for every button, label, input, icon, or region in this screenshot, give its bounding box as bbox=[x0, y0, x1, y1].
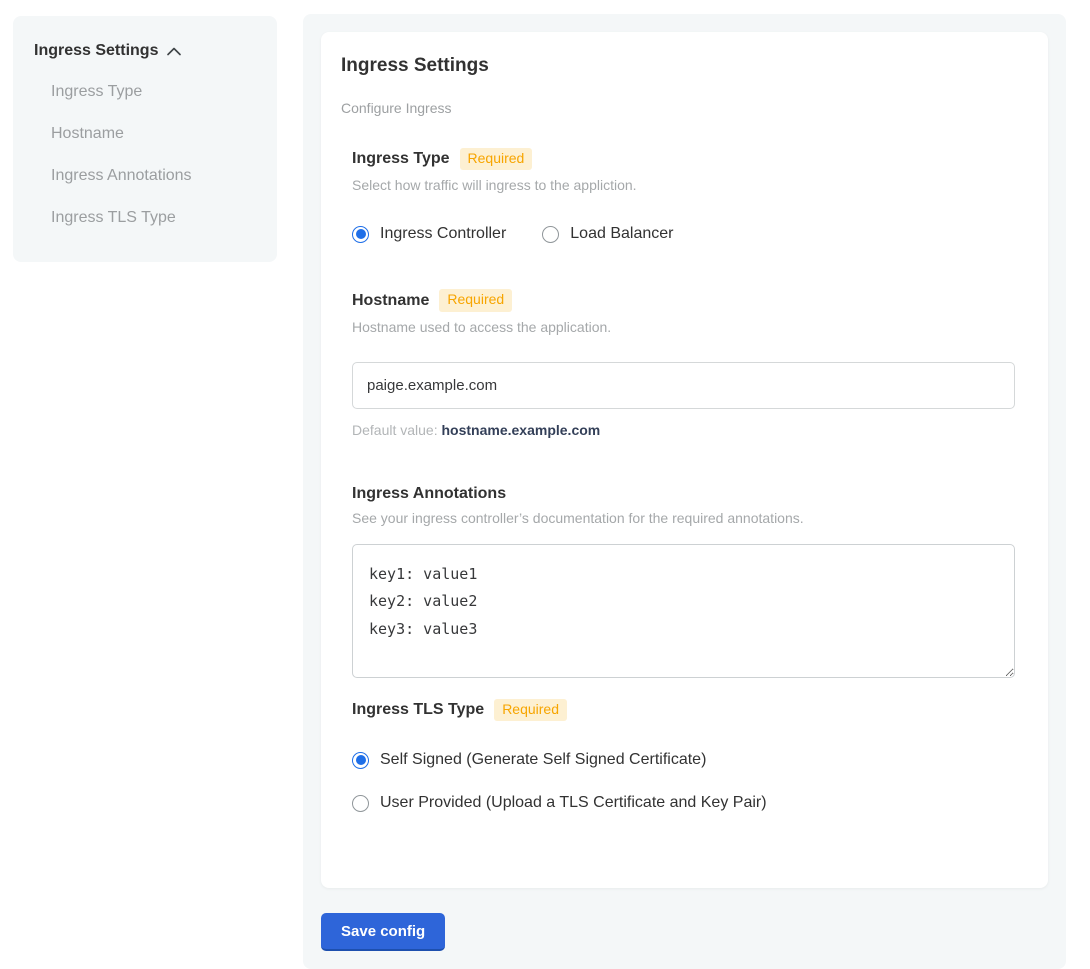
default-value-label: Default value: bbox=[352, 422, 438, 438]
radio-button-icon[interactable] bbox=[542, 226, 559, 243]
section-ingress-tls-type: Ingress TLS Type Required Self Signed (G… bbox=[352, 699, 1028, 812]
sidebar-item-ingress-annotations[interactable]: Ingress Annotations bbox=[51, 168, 257, 184]
section-hostname-title: Hostname bbox=[352, 291, 429, 310]
required-badge: Required bbox=[439, 289, 512, 311]
save-config-button[interactable]: Save config bbox=[321, 913, 445, 951]
radio-option-self-signed[interactable]: Self Signed (Generate Self Signed Certif… bbox=[352, 751, 1028, 769]
section-ingress-type-title: Ingress Type bbox=[352, 149, 450, 168]
required-badge: Required bbox=[494, 699, 567, 721]
config-sections: Ingress Type Required Select how traffic… bbox=[352, 148, 1028, 812]
radio-option-user-provided[interactable]: User Provided (Upload a TLS Certificate … bbox=[352, 794, 1028, 812]
sidebar-item-ingress-type[interactable]: Ingress Type bbox=[51, 84, 257, 100]
radio-label[interactable]: Load Balancer bbox=[570, 225, 673, 243]
section-hostname-help: Hostname used to access the application. bbox=[352, 319, 1028, 335]
radio-button-icon[interactable] bbox=[352, 795, 369, 812]
section-hostname-head: Hostname Required bbox=[352, 289, 1028, 311]
sidebar-item-ingress-tls-type[interactable]: Ingress TLS Type bbox=[51, 210, 257, 226]
ingress-tls-type-radio-group: Self Signed (Generate Self Signed Certif… bbox=[352, 751, 1028, 812]
config-nav-sidebar: Ingress Settings Ingress Type Hostname I… bbox=[13, 16, 277, 262]
sidebar-group-ingress-settings[interactable]: Ingress Settings bbox=[34, 42, 257, 60]
radio-button-icon[interactable] bbox=[352, 226, 369, 243]
section-ingress-annotations: Ingress Annotations See your ingress con… bbox=[352, 484, 1028, 678]
ingress-type-radio-group: Ingress Controller Load Balancer bbox=[352, 225, 1028, 243]
config-panel: Ingress Settings Configure Ingress Ingre… bbox=[303, 14, 1066, 969]
radio-label[interactable]: User Provided (Upload a TLS Certificate … bbox=[380, 794, 767, 812]
section-ingress-tls-type-head: Ingress TLS Type Required bbox=[352, 699, 1028, 721]
section-ingress-annotations-help: See your ingress controller’s documentat… bbox=[352, 510, 1028, 526]
section-ingress-annotations-title: Ingress Annotations bbox=[352, 484, 506, 503]
section-ingress-type-help: Select how traffic will ingress to the a… bbox=[352, 177, 1028, 193]
chevron-up-icon bbox=[167, 47, 181, 56]
radio-label[interactable]: Self Signed (Generate Self Signed Certif… bbox=[380, 751, 706, 769]
page-subtitle: Configure Ingress bbox=[341, 100, 1028, 116]
radio-label[interactable]: Ingress Controller bbox=[380, 225, 506, 243]
hostname-default-value-line: Default value: hostname.example.com bbox=[352, 422, 1028, 438]
ingress-annotations-textarea[interactable]: key1: value1 key2: value2 key3: value3 bbox=[352, 544, 1015, 678]
section-ingress-type: Ingress Type Required Select how traffic… bbox=[352, 148, 1028, 243]
required-badge: Required bbox=[460, 148, 533, 170]
default-value-text: hostname.example.com bbox=[442, 422, 601, 438]
section-ingress-annotations-head: Ingress Annotations bbox=[352, 484, 1028, 503]
page-title: Ingress Settings bbox=[341, 55, 1028, 78]
hostname-input[interactable] bbox=[352, 362, 1015, 409]
section-ingress-tls-type-title: Ingress TLS Type bbox=[352, 700, 484, 719]
radio-button-icon[interactable] bbox=[352, 752, 369, 769]
radio-option-load-balancer[interactable]: Load Balancer bbox=[542, 225, 673, 243]
config-page: Ingress Settings Ingress Type Hostname I… bbox=[0, 0, 1090, 969]
sidebar-item-list: Ingress Type Hostname Ingress Annotation… bbox=[34, 84, 257, 226]
config-card: Ingress Settings Configure Ingress Ingre… bbox=[321, 32, 1048, 888]
sidebar-group-label: Ingress Settings bbox=[34, 42, 158, 60]
sidebar-item-hostname[interactable]: Hostname bbox=[51, 126, 257, 142]
section-hostname: Hostname Required Hostname used to acces… bbox=[352, 289, 1028, 437]
radio-option-ingress-controller[interactable]: Ingress Controller bbox=[352, 225, 506, 243]
section-ingress-type-head: Ingress Type Required bbox=[352, 148, 1028, 170]
